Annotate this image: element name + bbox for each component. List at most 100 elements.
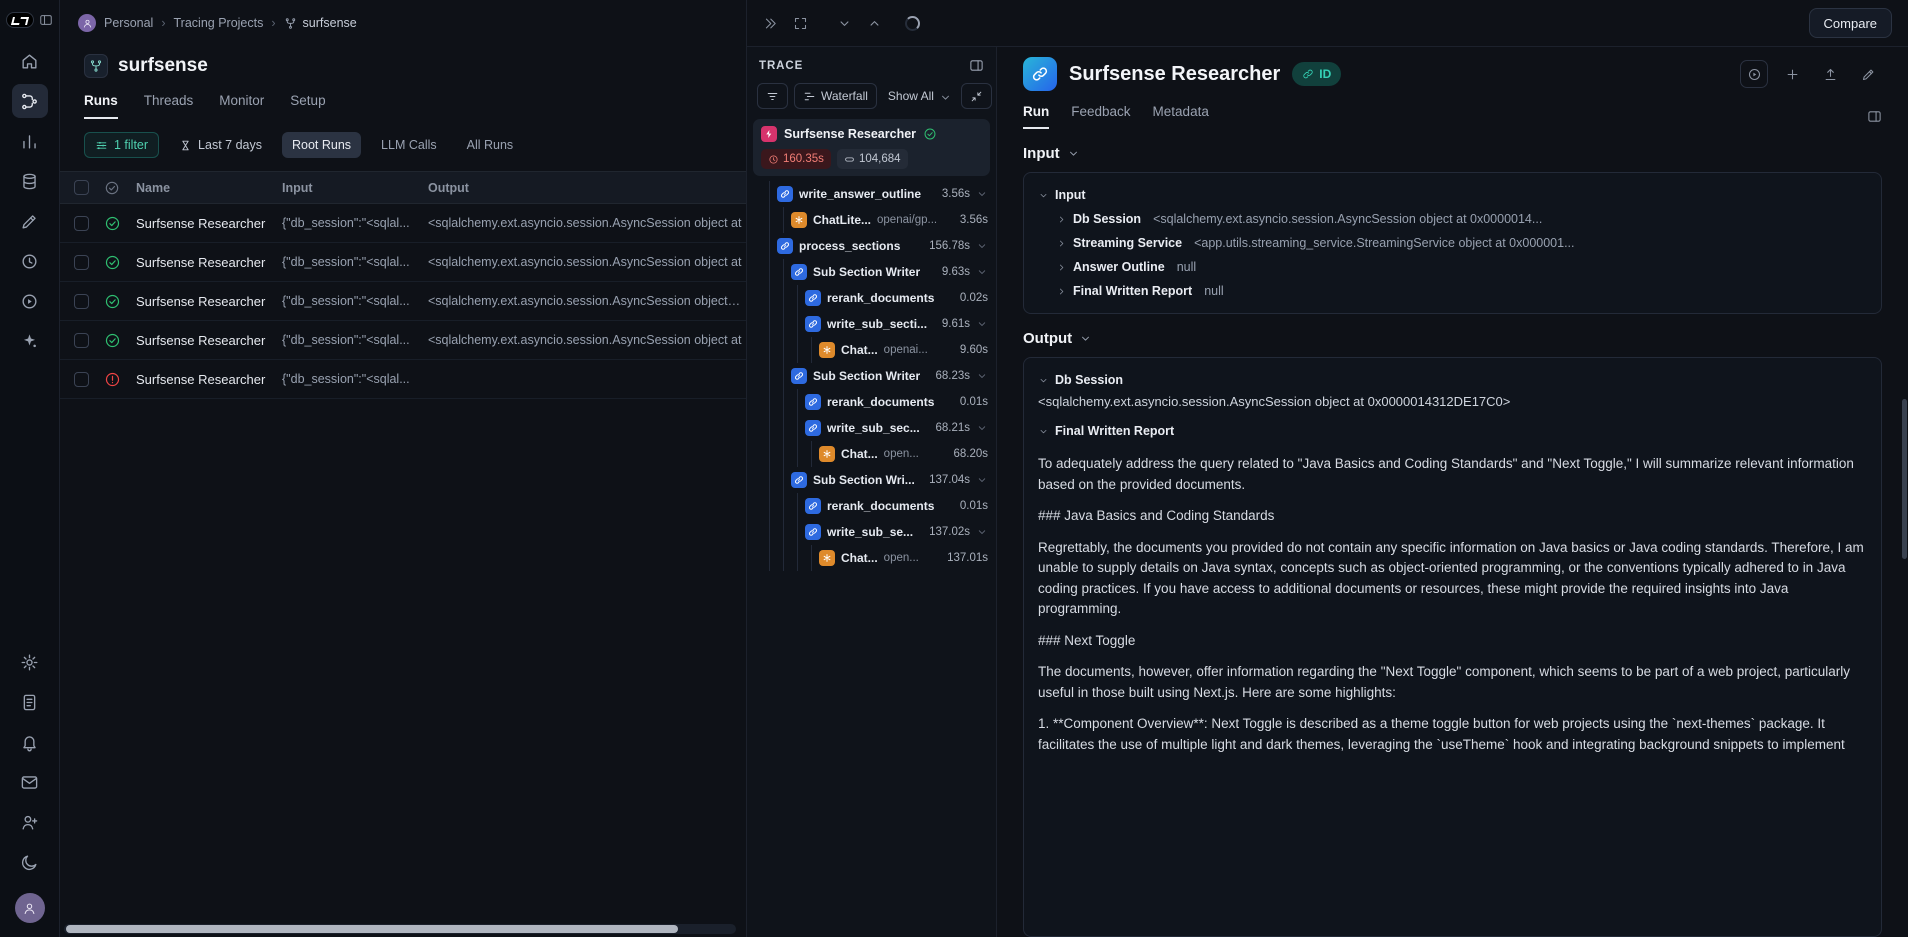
breadcrumb-personal[interactable]: Personal bbox=[104, 16, 153, 30]
sidebar-item-playground[interactable] bbox=[12, 284, 48, 318]
tab-monitor[interactable]: Monitor bbox=[219, 93, 264, 119]
chevron-down-icon[interactable] bbox=[976, 422, 988, 434]
project-icon bbox=[84, 54, 108, 78]
chevron-down-icon[interactable] bbox=[976, 474, 988, 486]
breadcrumb-project[interactable]: surfsense bbox=[284, 16, 357, 30]
sidebar-item-history[interactable] bbox=[12, 244, 48, 278]
trace-span-row[interactable]: Sub Section Writer 9.63s bbox=[753, 259, 990, 285]
status-column-icon[interactable] bbox=[104, 180, 120, 196]
date-range-chip[interactable]: Last 7 days bbox=[169, 132, 272, 158]
tab-setup[interactable]: Setup bbox=[290, 93, 325, 119]
previous-run-icon[interactable] bbox=[867, 16, 882, 31]
segment-root-runs[interactable]: Root Runs bbox=[282, 132, 361, 158]
chevron-down-icon[interactable] bbox=[976, 266, 988, 278]
vertical-scrollbar-thumb[interactable] bbox=[1902, 399, 1907, 559]
detail-panel-toggle-icon[interactable] bbox=[1867, 109, 1882, 124]
column-input: Input bbox=[282, 181, 428, 195]
sidebar-item-deployments[interactable] bbox=[12, 324, 48, 358]
trace-span-row[interactable]: Sub Section Wri... 137.04s bbox=[753, 467, 990, 493]
input-field-row[interactable]: Answer Outlinenull bbox=[1038, 255, 1867, 279]
trace-span-row[interactable]: rerank_documents 0.02s bbox=[753, 285, 990, 311]
tab-feedback[interactable]: Feedback bbox=[1071, 104, 1130, 129]
trace-filter-button[interactable] bbox=[757, 83, 788, 109]
next-run-icon[interactable] bbox=[837, 16, 852, 31]
breadcrumb-tracing-projects[interactable]: Tracing Projects bbox=[174, 16, 264, 30]
share-button[interactable] bbox=[1816, 60, 1844, 88]
row-checkbox[interactable] bbox=[74, 372, 89, 387]
sidebar-item-mail[interactable] bbox=[12, 765, 48, 799]
trace-span-row[interactable]: rerank_documents 0.01s bbox=[753, 389, 990, 415]
chevron-down-icon[interactable] bbox=[976, 188, 988, 200]
chevron-down-icon[interactable] bbox=[976, 318, 988, 330]
input-field-row[interactable]: Db Session<sqlalchemy.ext.asyncio.sessio… bbox=[1038, 207, 1867, 231]
trace-span-row[interactable]: process_sections 156.78s bbox=[753, 233, 990, 259]
collapse-side-panel-icon[interactable] bbox=[763, 16, 778, 31]
sidebar-item-datasets[interactable] bbox=[12, 164, 48, 198]
tab-threads[interactable]: Threads bbox=[144, 93, 194, 119]
output-db-session-row[interactable]: Db Session bbox=[1038, 368, 1867, 392]
row-checkbox[interactable] bbox=[74, 255, 89, 270]
trace-span-row[interactable]: write_sub_sec... 68.21s bbox=[753, 415, 990, 441]
trace-span-row[interactable]: ChatLite... openai/gp... 3.56s bbox=[753, 207, 990, 233]
trace-span-row[interactable]: rerank_documents 0.01s bbox=[753, 493, 990, 519]
sidebar-item-theme[interactable] bbox=[12, 845, 48, 879]
collapse-all-button[interactable] bbox=[961, 83, 992, 109]
input-field-row[interactable]: Streaming Service<app.utils.streaming_se… bbox=[1038, 231, 1867, 255]
show-all-dropdown[interactable]: Show All bbox=[883, 83, 955, 109]
chevron-down-icon[interactable] bbox=[976, 370, 988, 382]
trace-span-row[interactable]: write_sub_secti... 9.61s bbox=[753, 311, 990, 337]
trace-root-row[interactable]: Surfsense Researcher 160.35s 104,684 bbox=[753, 119, 990, 176]
sidebar-item-notifications[interactable] bbox=[12, 725, 48, 759]
user-avatar[interactable] bbox=[15, 893, 45, 923]
output-section-heading[interactable]: Output bbox=[1023, 330, 1882, 347]
input-field-row[interactable]: Final Written Reportnull bbox=[1038, 279, 1867, 303]
fullscreen-icon[interactable] bbox=[793, 16, 808, 31]
select-all-checkbox[interactable] bbox=[74, 180, 89, 195]
input-section-heading[interactable]: Input bbox=[1023, 145, 1882, 162]
sidebar-toggle-icon[interactable] bbox=[39, 13, 53, 27]
sidebar-item-tracing[interactable] bbox=[12, 84, 48, 118]
sidebar-item-annotations[interactable] bbox=[12, 204, 48, 238]
duration-badge: 160.35s bbox=[761, 149, 831, 169]
sidebar-item-invite[interactable] bbox=[12, 805, 48, 839]
trace-span-row[interactable]: write_sub_se... 137.02s bbox=[753, 519, 990, 545]
segment-all-runs[interactable]: All Runs bbox=[457, 132, 524, 158]
sidebar-item-docs[interactable] bbox=[12, 685, 48, 719]
chevron-down-icon[interactable] bbox=[976, 526, 988, 538]
segment-llm-calls[interactable]: LLM Calls bbox=[371, 132, 447, 158]
run-row[interactable]: Surfsense Researcher {"db_session":"<sql… bbox=[60, 282, 746, 321]
waterfall-button[interactable]: Waterfall bbox=[794, 83, 877, 109]
tab-metadata[interactable]: Metadata bbox=[1153, 104, 1209, 129]
input-root-row[interactable]: Input bbox=[1038, 183, 1867, 207]
run-id-badge[interactable]: ID bbox=[1292, 62, 1341, 86]
filter-chip[interactable]: 1 filter bbox=[84, 132, 159, 158]
trace-span-row[interactable]: Chat... openai... 9.60s bbox=[753, 337, 990, 363]
chevron-down-icon[interactable] bbox=[976, 240, 988, 252]
run-detail-header: Surfsense Researcher ID bbox=[1023, 57, 1882, 91]
annotate-button[interactable] bbox=[1854, 60, 1882, 88]
sidebar-item-settings[interactable] bbox=[12, 645, 48, 679]
run-row[interactable]: Surfsense Researcher {"db_session":"<sql… bbox=[60, 360, 746, 399]
tab-run[interactable]: Run bbox=[1023, 104, 1049, 129]
horizontal-scrollbar[interactable] bbox=[64, 924, 736, 934]
trace-span-row[interactable]: Sub Section Writer 68.23s bbox=[753, 363, 990, 389]
trace-panel-toggle-icon[interactable] bbox=[969, 58, 984, 73]
run-row[interactable]: Surfsense Researcher {"db_session":"<sql… bbox=[60, 321, 746, 360]
playground-button[interactable] bbox=[1740, 60, 1768, 88]
row-checkbox[interactable] bbox=[74, 216, 89, 231]
output-report-row[interactable]: Final Written Report bbox=[1038, 419, 1867, 443]
trace-span-row[interactable]: write_answer_outline 3.56s bbox=[753, 181, 990, 207]
langsmith-logo[interactable] bbox=[6, 12, 34, 28]
tab-runs[interactable]: Runs bbox=[84, 93, 118, 119]
row-checkbox[interactable] bbox=[74, 294, 89, 309]
trace-span-row[interactable]: Chat... open... 137.01s bbox=[753, 545, 990, 571]
trace-span-row[interactable]: Chat... open... 68.20s bbox=[753, 441, 990, 467]
run-row[interactable]: Surfsense Researcher {"db_session":"<sql… bbox=[60, 204, 746, 243]
horizontal-scrollbar-thumb[interactable] bbox=[66, 925, 678, 933]
compare-button[interactable]: Compare bbox=[1809, 8, 1892, 38]
row-checkbox[interactable] bbox=[74, 333, 89, 348]
sidebar-item-dashboards[interactable] bbox=[12, 124, 48, 158]
add-to-dataset-button[interactable] bbox=[1778, 60, 1806, 88]
sidebar-item-home[interactable] bbox=[12, 44, 48, 78]
run-row[interactable]: Surfsense Researcher {"db_session":"<sql… bbox=[60, 243, 746, 282]
